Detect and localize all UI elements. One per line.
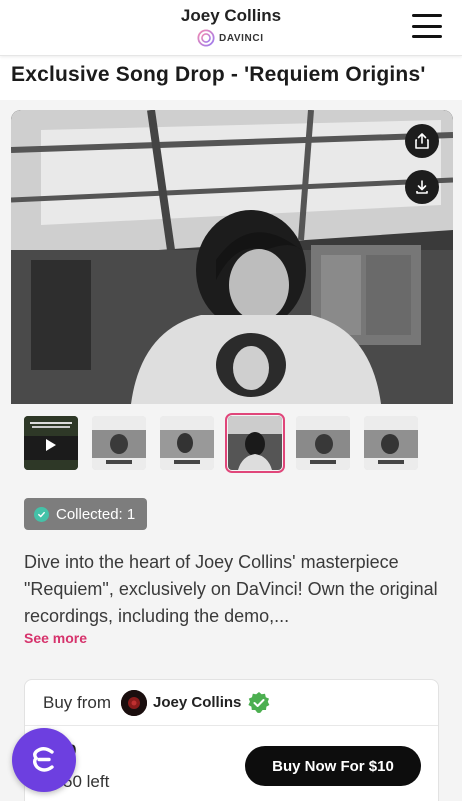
davinci-chat-fab[interactable] <box>12 728 76 792</box>
buy-from-label: Buy from <box>43 692 112 712</box>
thumbnail-video-art <box>24 416 78 470</box>
verified-badge-icon <box>248 691 270 713</box>
collected-count-label: Collected: 1 <box>56 505 136 523</box>
buy-now-button[interactable]: Buy Now For $10 <box>245 746 421 786</box>
collected-badge: Collected: 1 <box>24 498 148 530</box>
share-icon <box>415 133 429 149</box>
thumbnail-image-art <box>228 416 282 470</box>
thumbnail-image[interactable] <box>364 416 418 470</box>
seller-avatar[interactable] <box>121 689 148 716</box>
see-more-link[interactable]: See more <box>24 630 87 646</box>
hero-photo <box>11 110 453 404</box>
app-header: Joey Collins DAVINCI <box>0 0 462 56</box>
purchase-panel: Buy from Joey Collins 0 50 left Buy Now … <box>24 679 439 801</box>
thumbnail-strip <box>24 413 418 473</box>
seller-name[interactable]: Joey Collins <box>153 694 241 711</box>
share-button[interactable] <box>405 124 439 158</box>
seller-row: Buy from Joey Collins <box>25 680 438 726</box>
check-circle-icon <box>34 506 49 522</box>
thumbnail-image[interactable] <box>160 416 214 470</box>
brand-lockup: DAVINCI <box>197 28 264 48</box>
download-icon <box>416 180 428 194</box>
brand-name: DAVINCI <box>219 32 264 44</box>
thumbnail-image-selected[interactable] <box>225 413 285 473</box>
thumbnail-image-art <box>160 416 214 470</box>
thumbnail-image[interactable] <box>296 416 350 470</box>
hamburger-menu-icon[interactable] <box>412 14 442 38</box>
thumbnail-image[interactable] <box>92 416 146 470</box>
hero-image[interactable] <box>11 110 453 404</box>
thumbnail-image-art <box>364 416 418 470</box>
thumbnail-image-art <box>296 416 350 470</box>
download-button[interactable] <box>405 170 439 204</box>
thumbnail-image-art <box>92 416 146 470</box>
drop-description: Dive into the heart of Joey Collins' mas… <box>24 552 438 626</box>
artist-name-title: Joey Collins <box>180 6 282 25</box>
davinci-logo-icon <box>197 29 215 47</box>
davinci-e-logo-icon <box>33 747 54 772</box>
thumbnail-video[interactable] <box>24 416 78 470</box>
page-title: Exclusive Song Drop - 'Requiem Origins' <box>11 63 426 86</box>
